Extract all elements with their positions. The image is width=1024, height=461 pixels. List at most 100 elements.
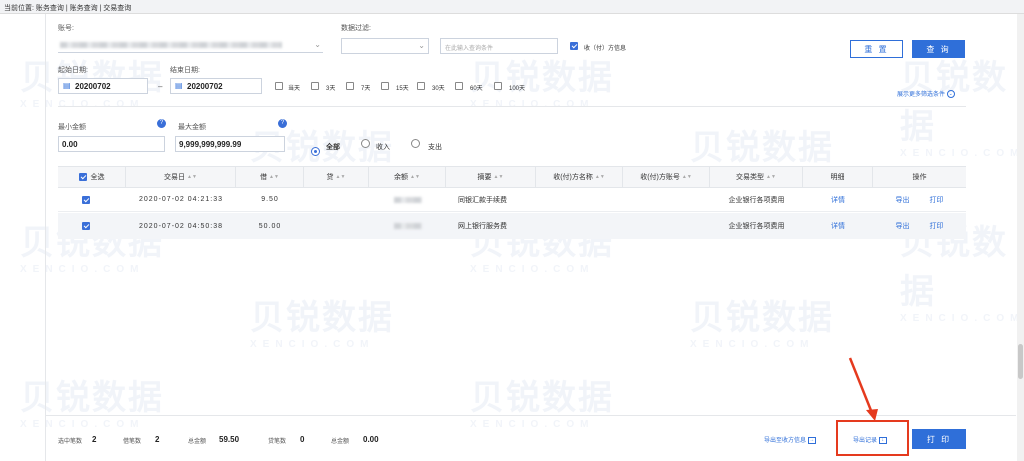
watermark: 贝锐数据XENCIO.COM bbox=[20, 379, 164, 430]
header-debit[interactable]: 借 ▲▼ bbox=[236, 167, 304, 187]
divider bbox=[45, 14, 46, 461]
selected-count-value: 2 bbox=[92, 435, 97, 444]
breadcrumb: 当前位置: 账务查询 | 账务查询 | 交易查询 bbox=[4, 5, 132, 12]
header-summary[interactable]: 摘要 ▲▼ bbox=[446, 167, 536, 187]
watermark: 贝锐数据XENCIO.COM bbox=[690, 299, 834, 350]
range-label: 当天 bbox=[288, 86, 301, 92]
range-label: 30天 bbox=[432, 86, 445, 92]
row-date: 2020-07-02 04:21:33 bbox=[139, 196, 223, 203]
data-filter-select[interactable]: ⌄ bbox=[341, 38, 429, 54]
range-label: 60天 bbox=[470, 86, 483, 92]
min-amount-input[interactable]: 0.00 bbox=[58, 136, 165, 152]
export-records-label: 导出记录 bbox=[853, 438, 878, 444]
direction-label: 支出 bbox=[428, 144, 442, 151]
range-checkbox-7d[interactable] bbox=[346, 82, 354, 90]
header-credit[interactable]: 贷 ▲▼ bbox=[304, 167, 369, 187]
search-placeholder: 在此输入查询条件 bbox=[445, 46, 494, 52]
annotation-arrow-icon bbox=[848, 357, 878, 421]
date-separator: – bbox=[158, 82, 163, 91]
select-all-header[interactable]: 全选 bbox=[58, 167, 126, 187]
sort-icon: ▲▼ bbox=[335, 174, 346, 180]
direction-label: 收入 bbox=[376, 144, 390, 151]
row-export-link[interactable]: 导出 bbox=[896, 221, 910, 231]
header-balance[interactable]: 余额 ▲▼ bbox=[369, 167, 446, 187]
sort-icon: ▲▼ bbox=[187, 174, 197, 180]
table-row[interactable]: 2020-07-02 04:50:38 50.00 网上银行服务费 企业银行各项… bbox=[58, 213, 966, 239]
min-amount-label: 最小金额 bbox=[58, 124, 86, 131]
account-select[interactable]: ⌄ bbox=[58, 38, 323, 53]
range-label: 3天 bbox=[326, 86, 336, 92]
end-date-input[interactable]: ▤ 20200702 bbox=[170, 78, 262, 94]
account-label: 账号: bbox=[58, 25, 74, 32]
counterparty-info-checkbox[interactable] bbox=[570, 42, 578, 50]
print-button[interactable]: 打 印 bbox=[912, 429, 966, 449]
row-debit: 9.50 bbox=[261, 196, 279, 203]
header-counterparty-account[interactable]: 收(付)方账号 ▲▼ bbox=[623, 167, 710, 187]
row-checkbox[interactable] bbox=[82, 195, 90, 204]
table-row[interactable]: 2020-07-02 04:21:33 9.50 同银汇款手续费 企业银行各项费… bbox=[58, 188, 966, 212]
query-button[interactable]: 查 询 bbox=[912, 40, 965, 58]
selected-count-label: 选中笔数 bbox=[58, 439, 83, 445]
range-checkbox-15d[interactable] bbox=[381, 82, 389, 90]
max-amount-label: 最大金额 bbox=[178, 124, 206, 131]
total-credit-value: 0.00 bbox=[363, 435, 379, 444]
row-summary: 同银汇款手续费 bbox=[458, 196, 507, 204]
total-credit-label: 总金额 bbox=[331, 439, 350, 445]
help-icon[interactable]: ? bbox=[278, 119, 287, 128]
header-counterparty-name[interactable]: 收(付)方名称 ▲▼ bbox=[536, 167, 623, 187]
select-all-label: 全选 bbox=[90, 174, 105, 181]
direction-radio-all[interactable] bbox=[311, 147, 320, 156]
credit-count-value: 0 bbox=[300, 435, 305, 444]
scrollbar-thumb[interactable] bbox=[1018, 344, 1023, 379]
chevron-down-icon: ⌄ bbox=[314, 40, 321, 49]
export-counterparty-link[interactable]: 导出至收方信息 → bbox=[764, 435, 816, 444]
header-detail: 明细 bbox=[803, 167, 873, 187]
header-date[interactable]: 交易日 ▲▼ bbox=[126, 167, 236, 187]
credit-count-label: 贷笔数 bbox=[268, 439, 287, 445]
select-all-checkbox[interactable] bbox=[78, 173, 87, 181]
range-checkbox-30d[interactable] bbox=[417, 82, 425, 90]
data-filter-label: 数据过滤: bbox=[341, 25, 371, 32]
export-icon: → bbox=[807, 436, 816, 444]
export-counterparty-label: 导出至收方信息 bbox=[764, 438, 807, 444]
row-export-link[interactable]: 导出 bbox=[896, 195, 910, 205]
range-checkbox-60d[interactable] bbox=[455, 82, 463, 90]
end-date-value: 20200702 bbox=[187, 82, 223, 91]
row-debit: 50.00 bbox=[258, 222, 282, 230]
sort-icon: ▲▼ bbox=[493, 174, 504, 180]
row-checkbox[interactable] bbox=[82, 222, 90, 230]
row-credit bbox=[304, 213, 369, 239]
row-summary: 网上银行服务费 bbox=[458, 223, 507, 230]
range-checkbox-100d[interactable] bbox=[494, 82, 502, 90]
row-detail-link[interactable]: 详情 bbox=[831, 195, 845, 205]
search-input[interactable]: 在此输入查询条件 bbox=[440, 38, 558, 54]
range-checkbox-today[interactable] bbox=[275, 82, 283, 90]
divider bbox=[58, 106, 966, 107]
chevron-down-icon: ⌄ bbox=[418, 41, 425, 50]
row-type: 企业银行各项费用 bbox=[728, 223, 785, 230]
total-debit-label: 总金额 bbox=[188, 439, 207, 445]
sort-icon: ▲▼ bbox=[681, 174, 692, 180]
row-print-link[interactable]: 打印 bbox=[930, 221, 944, 231]
calendar-icon: ▤ bbox=[63, 81, 71, 90]
help-icon[interactable]: ? bbox=[157, 119, 166, 128]
row-date: 2020-07-02 04:50:38 bbox=[139, 222, 223, 230]
row-print-link[interactable]: 打印 bbox=[930, 195, 944, 205]
more-filters-link[interactable]: 展示更多筛选条件 ⌄ bbox=[897, 89, 955, 99]
range-label: 7天 bbox=[361, 86, 371, 92]
max-amount-input[interactable]: 9,999,999,999.99 bbox=[175, 136, 285, 152]
sort-icon: ▲▼ bbox=[269, 174, 279, 180]
row-detail-link[interactable]: 详情 bbox=[831, 221, 845, 231]
range-checkbox-3d[interactable] bbox=[311, 82, 319, 90]
header-bar bbox=[0, 0, 1024, 14]
direction-radio-expense[interactable] bbox=[411, 139, 420, 148]
export-records-link[interactable]: 导出记录 ↓ bbox=[853, 435, 887, 444]
reset-button[interactable]: 重 置 bbox=[850, 40, 903, 58]
counterparty-info-label: 收（付）方信息 bbox=[584, 46, 627, 52]
scrollbar[interactable] bbox=[1017, 14, 1024, 461]
more-filters-label: 展示更多筛选条件 bbox=[897, 92, 946, 98]
header-type[interactable]: 交易类型 ▲▼ bbox=[710, 167, 803, 187]
direction-radio-income[interactable] bbox=[361, 139, 370, 148]
start-date-input[interactable]: ▤ 20200702 bbox=[58, 78, 148, 94]
row-credit bbox=[304, 188, 369, 211]
